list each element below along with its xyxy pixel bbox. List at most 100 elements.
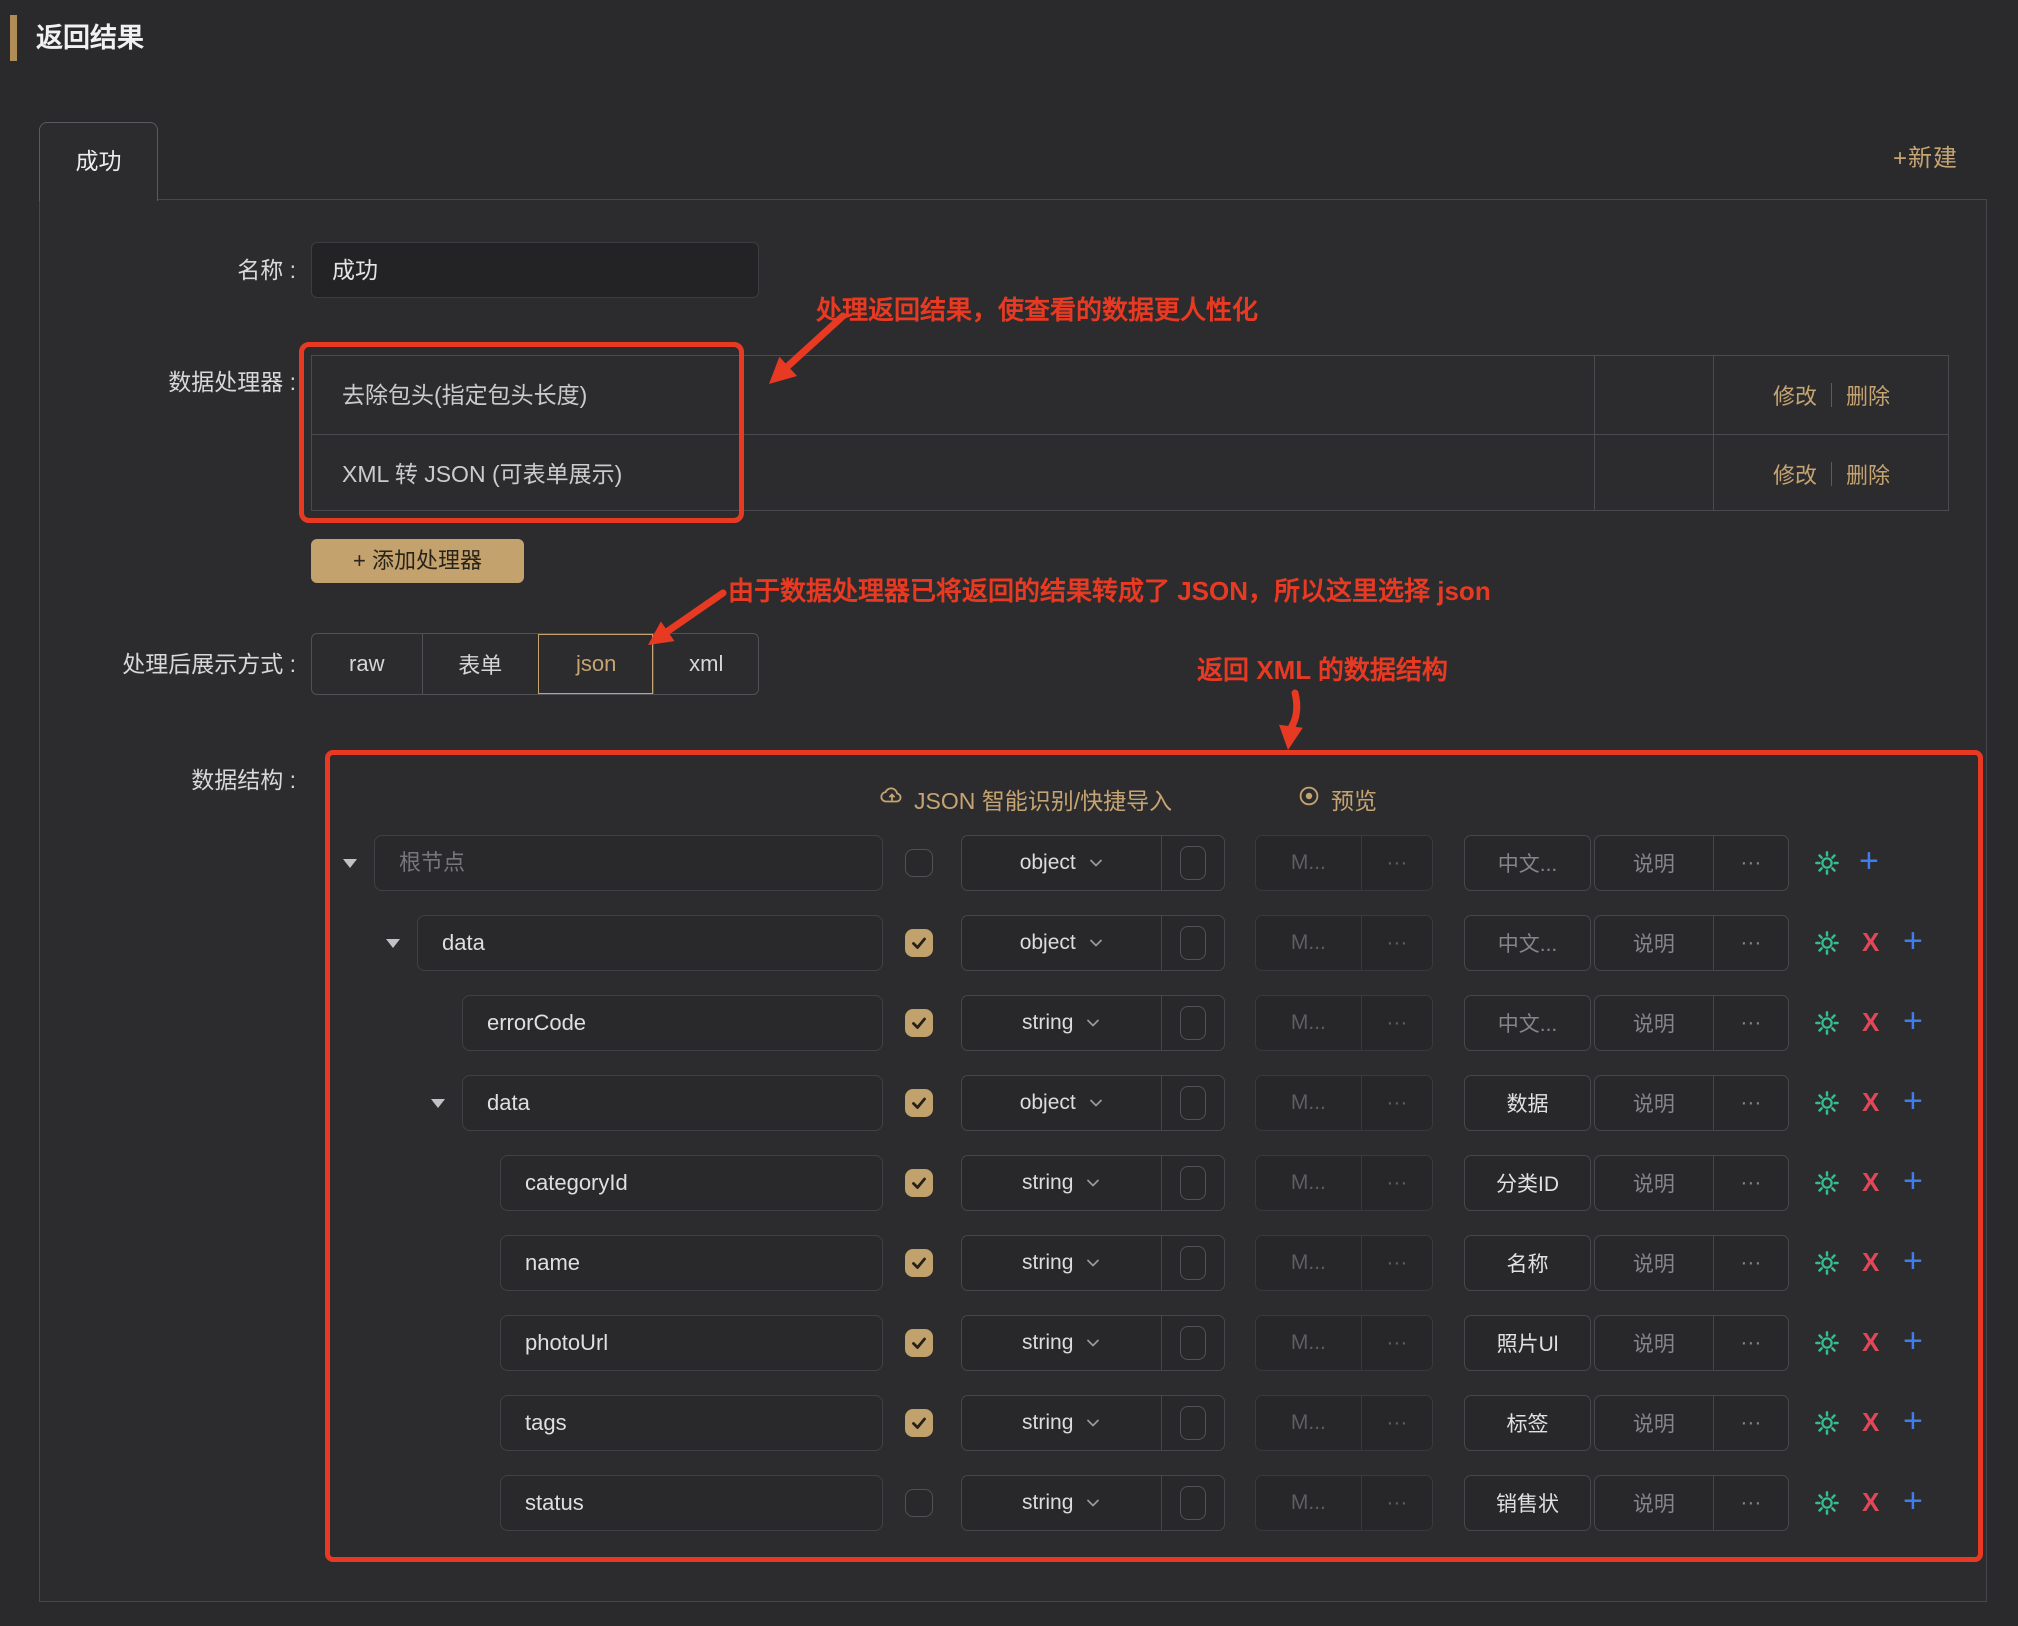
json-import-button[interactable]: JSON 智能识别/快捷导入 bbox=[879, 782, 1172, 816]
required-checkbox[interactable] bbox=[905, 1249, 933, 1277]
cn-name-field[interactable]: 中文... bbox=[1464, 995, 1591, 1051]
description-field[interactable]: 说明 bbox=[1595, 1236, 1713, 1290]
type-select-value[interactable]: string bbox=[962, 1396, 1161, 1450]
desc-more-button[interactable]: ··· bbox=[1713, 1156, 1788, 1210]
expand-caret-icon[interactable] bbox=[343, 859, 357, 868]
type-select[interactable]: string bbox=[961, 1395, 1225, 1451]
desc-more-button[interactable]: ··· bbox=[1713, 1316, 1788, 1370]
delete-button[interactable]: 删除 bbox=[1846, 379, 1890, 411]
settings-icon[interactable] bbox=[1814, 850, 1840, 881]
field-name-input[interactable]: name bbox=[500, 1235, 883, 1291]
required-checkbox[interactable] bbox=[905, 1409, 933, 1437]
type-select-value[interactable]: string bbox=[962, 1316, 1161, 1370]
expand-caret-icon[interactable] bbox=[431, 1099, 445, 1108]
settings-icon[interactable] bbox=[1814, 1330, 1840, 1361]
description-field[interactable]: 说明 bbox=[1595, 1076, 1713, 1130]
delete-icon[interactable]: X bbox=[1862, 1247, 1879, 1277]
add-child-icon[interactable]: + bbox=[1903, 1241, 1923, 1281]
field-name-input[interactable]: errorCode bbox=[462, 995, 883, 1051]
settings-icon[interactable] bbox=[1814, 1090, 1840, 1121]
field-name-input[interactable]: 根节点 bbox=[374, 835, 883, 891]
required-checkbox[interactable] bbox=[905, 1169, 933, 1197]
settings-icon[interactable] bbox=[1814, 1170, 1840, 1201]
desc-more-button[interactable]: ··· bbox=[1713, 996, 1788, 1050]
desc-more-button[interactable]: ··· bbox=[1713, 836, 1788, 890]
required-checkbox[interactable] bbox=[905, 1489, 933, 1517]
cn-name-field[interactable]: 数据 bbox=[1464, 1075, 1591, 1131]
add-child-icon[interactable]: + bbox=[1859, 841, 1879, 881]
type-select[interactable]: string bbox=[961, 1235, 1225, 1291]
description-field[interactable]: 说明 bbox=[1595, 916, 1713, 970]
type-checkbox[interactable] bbox=[1180, 1006, 1206, 1040]
description-field[interactable]: 说明 bbox=[1595, 996, 1713, 1050]
cn-name-field[interactable]: 销售状 bbox=[1464, 1475, 1591, 1531]
add-child-icon[interactable]: + bbox=[1903, 1321, 1923, 1361]
delete-button[interactable]: 删除 bbox=[1846, 458, 1890, 490]
type-checkbox[interactable] bbox=[1180, 846, 1206, 880]
add-child-icon[interactable]: + bbox=[1903, 1081, 1923, 1121]
preview-button[interactable]: 预览 bbox=[1296, 782, 1377, 816]
settings-icon[interactable] bbox=[1814, 930, 1840, 961]
type-checkbox[interactable] bbox=[1180, 926, 1206, 960]
tab-success[interactable]: 成功 bbox=[39, 122, 158, 201]
add-processor-button[interactable]: + 添加处理器 bbox=[311, 539, 524, 583]
cn-name-field[interactable]: 分类ID bbox=[1464, 1155, 1591, 1211]
name-input[interactable]: 成功 bbox=[311, 242, 759, 298]
type-select-value[interactable]: string bbox=[962, 996, 1161, 1050]
delete-icon[interactable]: X bbox=[1862, 1407, 1879, 1437]
description-field[interactable]: 说明 bbox=[1595, 1316, 1713, 1370]
required-checkbox[interactable] bbox=[905, 849, 933, 877]
cn-name-field[interactable]: 照片Ul bbox=[1464, 1315, 1591, 1371]
required-checkbox[interactable] bbox=[905, 1329, 933, 1357]
delete-icon[interactable]: X bbox=[1862, 1167, 1879, 1197]
add-child-icon[interactable]: + bbox=[1903, 1401, 1923, 1441]
delete-icon[interactable]: X bbox=[1862, 1327, 1879, 1357]
required-checkbox[interactable] bbox=[905, 929, 933, 957]
cn-name-field[interactable]: 中文... bbox=[1464, 915, 1591, 971]
type-checkbox[interactable] bbox=[1180, 1166, 1206, 1200]
required-checkbox[interactable] bbox=[905, 1089, 933, 1117]
desc-more-button[interactable]: ··· bbox=[1713, 916, 1788, 970]
delete-icon[interactable]: X bbox=[1862, 1007, 1879, 1037]
type-select[interactable]: string bbox=[961, 1315, 1225, 1371]
delete-icon[interactable]: X bbox=[1862, 927, 1879, 957]
new-tab-button[interactable]: +新建 bbox=[1893, 142, 1958, 176]
add-child-icon[interactable]: + bbox=[1903, 921, 1923, 961]
delete-icon[interactable]: X bbox=[1862, 1487, 1879, 1517]
field-name-input[interactable]: photoUrl bbox=[500, 1315, 883, 1371]
type-select[interactable]: string bbox=[961, 1155, 1225, 1211]
field-name-input[interactable]: data bbox=[417, 915, 883, 971]
type-checkbox[interactable] bbox=[1180, 1326, 1206, 1360]
required-checkbox[interactable] bbox=[905, 1009, 933, 1037]
add-child-icon[interactable]: + bbox=[1903, 1001, 1923, 1041]
desc-more-button[interactable]: ··· bbox=[1713, 1236, 1788, 1290]
type-select-value[interactable]: string bbox=[962, 1476, 1161, 1530]
display-option-表单[interactable]: 表单 bbox=[422, 634, 538, 694]
type-checkbox[interactable] bbox=[1180, 1246, 1206, 1280]
settings-icon[interactable] bbox=[1814, 1250, 1840, 1281]
type-select[interactable]: object bbox=[961, 1075, 1225, 1131]
type-select-value[interactable]: object bbox=[962, 836, 1161, 890]
type-select[interactable]: string bbox=[961, 995, 1225, 1051]
modify-button[interactable]: 修改 bbox=[1773, 458, 1817, 490]
display-option-json[interactable]: json bbox=[538, 634, 653, 694]
description-field[interactable]: 说明 bbox=[1595, 1476, 1713, 1530]
display-option-xml[interactable]: xml bbox=[653, 634, 758, 694]
type-select-value[interactable]: string bbox=[962, 1236, 1161, 1290]
desc-more-button[interactable]: ··· bbox=[1713, 1476, 1788, 1530]
type-select-value[interactable]: string bbox=[962, 1156, 1161, 1210]
settings-icon[interactable] bbox=[1814, 1410, 1840, 1441]
delete-icon[interactable]: X bbox=[1862, 1087, 1879, 1117]
add-child-icon[interactable]: + bbox=[1903, 1161, 1923, 1201]
settings-icon[interactable] bbox=[1814, 1010, 1840, 1041]
type-select-value[interactable]: object bbox=[962, 1076, 1161, 1130]
add-child-icon[interactable]: + bbox=[1903, 1481, 1923, 1521]
type-checkbox[interactable] bbox=[1180, 1406, 1206, 1440]
cn-name-field[interactable]: 中文... bbox=[1464, 835, 1591, 891]
description-field[interactable]: 说明 bbox=[1595, 1156, 1713, 1210]
settings-icon[interactable] bbox=[1814, 1490, 1840, 1521]
type-checkbox[interactable] bbox=[1180, 1086, 1206, 1120]
field-name-input[interactable]: tags bbox=[500, 1395, 883, 1451]
field-name-input[interactable]: status bbox=[500, 1475, 883, 1531]
type-select[interactable]: object bbox=[961, 915, 1225, 971]
